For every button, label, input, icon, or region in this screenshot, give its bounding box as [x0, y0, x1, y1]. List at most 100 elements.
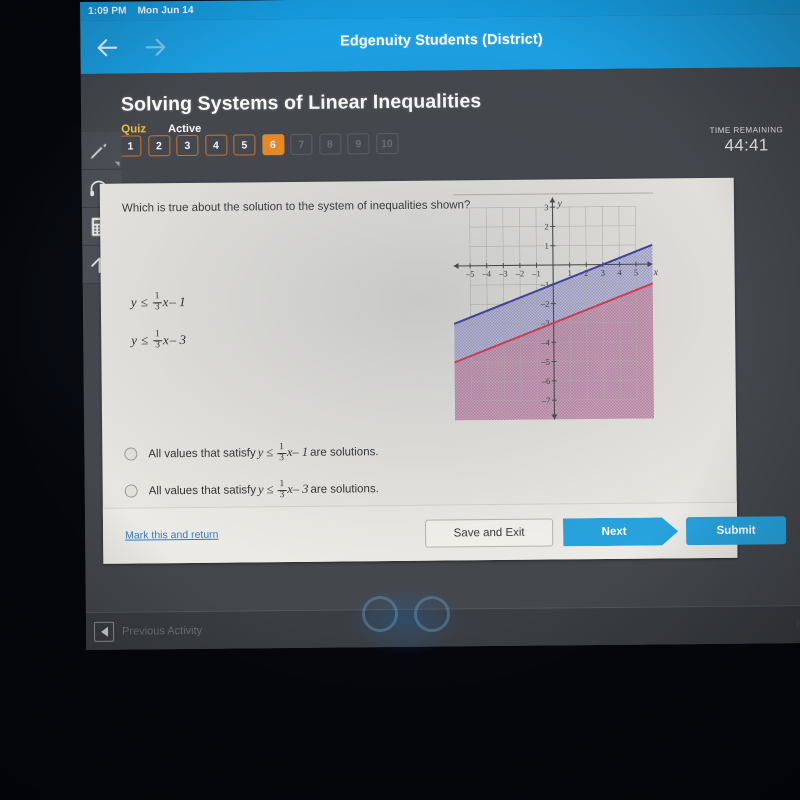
answer-option-1-text: All values that satisfy y ≤ 1 3 x – 1 ar…	[148, 441, 379, 464]
option-2-denominator: 3	[277, 489, 287, 501]
svg-text:3: 3	[601, 268, 605, 278]
question-button-4[interactable]: 4	[204, 134, 227, 156]
option-2-fraction: 1 3	[277, 478, 287, 501]
question-button-1[interactable]: 1	[119, 135, 142, 157]
answer-options: All values that satisfy y ≤ 1 3 x – 1 ar…	[124, 432, 545, 510]
inequality-graph: –5 –4 –3 –2 –1 1 2 3 4 5 3 2 1 –1 –2 –3 –4 –5 –6 –7 x y	[445, 186, 662, 428]
question-pager: 1 2 3 4 5 6 7 8 9 10	[119, 132, 398, 157]
inequality-1-op: ≤	[140, 294, 148, 310]
option-2-suffix: are solutions.	[310, 482, 379, 496]
inequality-1-fraction: 1 3	[152, 291, 162, 314]
question-button-2[interactable]: 2	[147, 135, 170, 157]
time-remaining-value: 44:41	[724, 135, 769, 155]
previous-activity-label: Previous Activity	[121, 624, 203, 638]
time-remaining: TIME REMAINING 44:41	[710, 125, 784, 156]
lesson-header: Solving Systems of Linear Inequalities Q…	[121, 87, 761, 135]
next-activity-label: N	[796, 619, 800, 632]
option-1-lhs: y	[257, 445, 264, 460]
option-1-numerator: 1	[279, 441, 284, 452]
page-title: Solving Systems of Linear Inequalities	[120, 90, 482, 116]
option-1-math: y ≤ 1 3 x – 1	[257, 441, 309, 464]
option-1-prefix: All values that satisfy	[148, 446, 256, 460]
radio-button-1[interactable]	[124, 447, 138, 461]
question-prompt: Which is true about the solution to the …	[121, 199, 471, 215]
inequality-1-denominator: 3	[152, 302, 162, 314]
lesson-type-label: Quiz	[121, 123, 147, 136]
question-card: Which is true about the solution to the …	[99, 177, 787, 564]
option-1-suffix: are solutions.	[310, 445, 379, 459]
inequality-system: y ≤ 1 3 x – 1 y ≤ 1 3 x – 3	[131, 283, 186, 360]
svg-text:–4: –4	[540, 337, 550, 347]
next-button[interactable]: Next	[563, 517, 678, 546]
triangle-left-icon	[100, 626, 108, 637]
inequality-2-lhs: y	[131, 332, 138, 348]
answer-option-2-text: All values that satisfy y ≤ 1 3 x – 3 ar…	[149, 478, 379, 501]
question-button-3[interactable]: 3	[176, 134, 199, 157]
inequality-1-var: x	[162, 294, 169, 310]
inequality-2-op: ≤	[140, 332, 149, 348]
option-2-lhs: y	[258, 482, 264, 497]
app-bar: Edgenuity Students (District)	[80, 14, 800, 74]
svg-text:–2: –2	[515, 268, 525, 278]
option-1-fraction: 1 3	[277, 441, 287, 464]
inequality-1-numerator: 1	[154, 291, 160, 302]
question-footer: Mark this and return Save and Exit Next …	[102, 501, 787, 564]
svg-text:x: x	[653, 267, 659, 278]
radio-button-2[interactable]	[124, 484, 138, 498]
option-2-op: ≤	[266, 482, 274, 497]
mark-this-and-return-link[interactable]: Mark this and return	[125, 529, 218, 542]
svg-text:–2: –2	[540, 299, 550, 309]
svg-text:–5: –5	[540, 357, 550, 367]
app-title: Edgenuity Students (District)	[339, 31, 543, 50]
inequality-2-var: x	[162, 332, 169, 348]
inequality-2-numerator: 1	[155, 329, 160, 340]
option-1-denominator: 3	[277, 452, 287, 464]
svg-text:y: y	[556, 198, 562, 209]
inequality-1-lhs: y	[130, 294, 137, 310]
question-button-6[interactable]: 6	[261, 134, 284, 156]
activity-bar: Previous Activity N	[85, 605, 800, 650]
inequality-2-fraction: 1 3	[153, 329, 163, 352]
svg-text:–1: –1	[531, 268, 541, 278]
inequality-2-tail: – 3	[169, 331, 187, 348]
time-remaining-label: TIME REMAINING	[709, 125, 784, 135]
svg-text:–6: –6	[541, 376, 551, 386]
option-2-tail: – 3	[292, 481, 309, 496]
previous-activity-button[interactable]	[93, 621, 115, 642]
svg-text:–5: –5	[465, 269, 475, 279]
status-time: 1:09 PM	[88, 5, 127, 17]
svg-text:5: 5	[634, 267, 638, 277]
question-button-8: 8	[318, 133, 341, 155]
option-1-tail: – 1	[292, 444, 309, 459]
submit-button[interactable]: Submit	[685, 516, 787, 546]
lesson-page: Solving Systems of Linear Inequalities Q…	[80, 67, 800, 650]
tablet-photo: 1:09 PM Mon Jun 14 Edgenuity Students (D…	[0, 0, 800, 800]
svg-text:2: 2	[544, 221, 548, 231]
save-and-exit-button[interactable]: Save and Exit	[424, 518, 554, 548]
option-2-prefix: All values that satisfy	[148, 483, 257, 497]
answer-option-1[interactable]: All values that satisfy y ≤ 1 3 x – 1 ar…	[124, 432, 544, 473]
svg-text:1: 1	[545, 241, 549, 251]
option-1-op: ≤	[266, 445, 274, 460]
question-button-5[interactable]: 5	[233, 134, 256, 156]
lesson-status-label: Active	[168, 122, 202, 136]
svg-text:–4: –4	[481, 269, 491, 279]
svg-text:–3: –3	[498, 268, 508, 278]
question-button-9: 9	[347, 133, 370, 155]
svg-text:–7: –7	[541, 395, 551, 405]
option-2-numerator: 1	[279, 478, 285, 489]
tablet-screen: 1:09 PM Mon Jun 14 Edgenuity Students (D…	[80, 0, 800, 650]
question-button-7: 7	[290, 133, 313, 155]
svg-text:3: 3	[544, 202, 548, 212]
inequality-2: y ≤ 1 3 x – 3	[131, 321, 186, 360]
option-2-math: y ≤ 1 3 x – 3	[258, 478, 309, 501]
question-button-10: 10	[375, 132, 398, 155]
pencil-tool[interactable]	[80, 131, 122, 171]
inequality-1: y ≤ 1 3 x – 1	[131, 283, 186, 322]
graph-svg: –5 –4 –3 –2 –1 1 2 3 4 5321–1–2–3–4–5–6–7xy	[453, 197, 659, 421]
lesson-subheader: Quiz Active	[121, 117, 761, 136]
inequality-2-denominator: 3	[153, 340, 163, 352]
status-date: Mon Jun 14	[137, 4, 194, 17]
pencil-icon	[87, 139, 109, 161]
inequality-1-tail: – 1	[169, 294, 186, 310]
